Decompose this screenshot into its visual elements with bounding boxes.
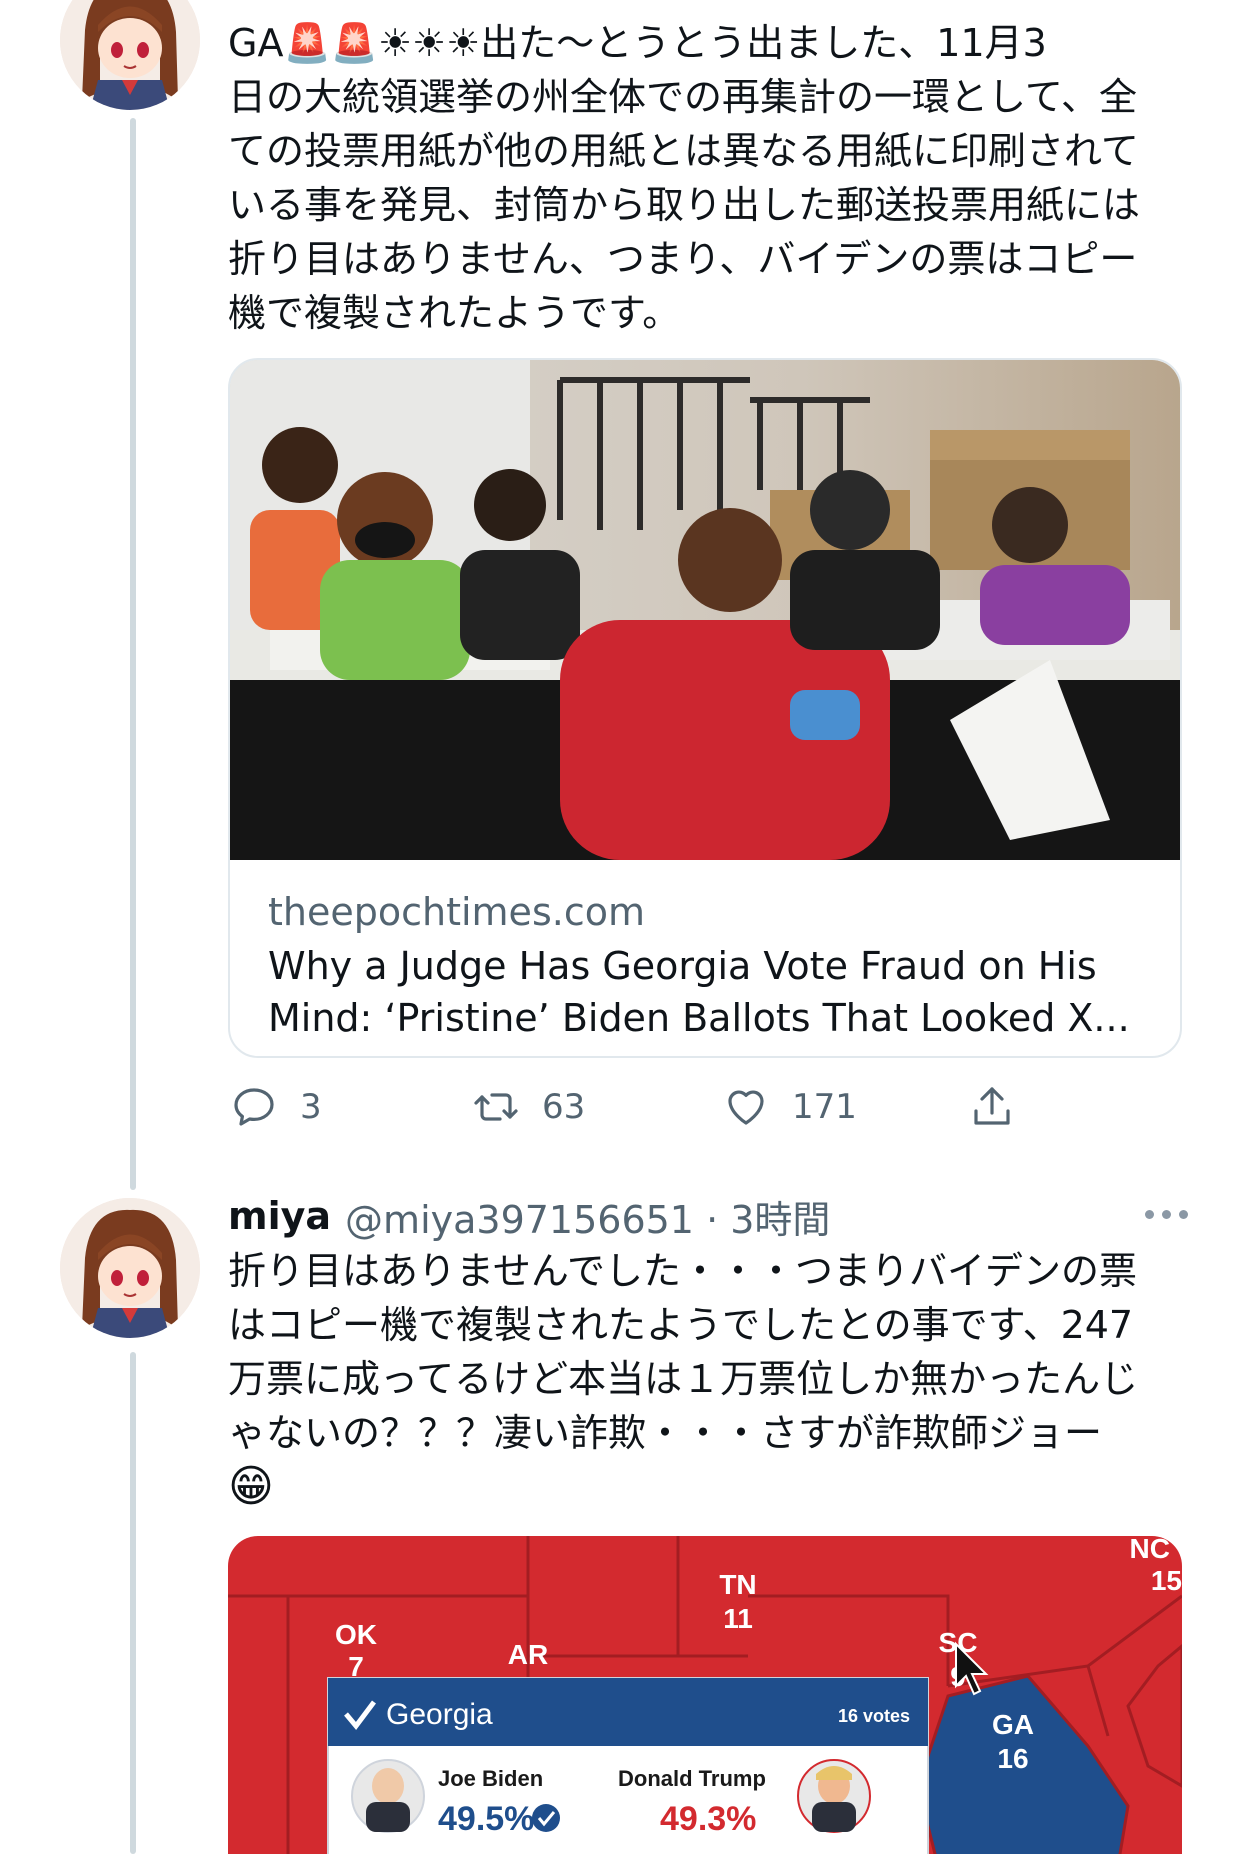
tweet-line: はコピー機で複製されたようでしたとの事です、247 bbox=[228, 1303, 1134, 1347]
tweet-line: 折り目はありません、つまり、バイデンの票はコピー bbox=[228, 237, 1138, 281]
retweet-icon bbox=[474, 1093, 518, 1121]
tweet-text: GA🚨🚨☀☀☀出た〜とうとう出ました、11月3 日の大統領選挙の州全体での再集計… bbox=[228, 16, 1188, 340]
election-map-image[interactable]: TN 11 OK 7 AR SC 9 NC 15 GA 16 Georgia 1… bbox=[228, 1536, 1182, 1854]
tweet-header: miya @miya397156651 · 3時間 bbox=[228, 1188, 1188, 1244]
popup-electoral-votes: 16 votes bbox=[838, 1706, 910, 1726]
like-count: 171 bbox=[792, 1087, 857, 1127]
thread-line-bottom bbox=[130, 1352, 136, 1854]
candidate2-percent: 49.3% bbox=[660, 1800, 756, 1838]
display-name[interactable]: miya bbox=[228, 1194, 331, 1238]
card-title-line: Why a Judge Has Georgia Vote Fraud on Hi… bbox=[268, 944, 1097, 988]
retweet-button[interactable]: 63 bbox=[472, 1080, 585, 1134]
candidate2-name: Donald Trump bbox=[618, 1766, 766, 1791]
heart-icon bbox=[728, 1090, 764, 1125]
share-icon bbox=[974, 1087, 1010, 1125]
tweet-actions: 3 63 171 bbox=[228, 1080, 1088, 1134]
tweet-line: 😁 bbox=[228, 1461, 274, 1512]
us-election-map: TN 11 OK 7 AR SC 9 NC 15 GA 16 Georgia 1… bbox=[228, 1536, 1182, 1854]
thread-line-top bbox=[130, 118, 136, 1190]
candidate1-name: Joe Biden bbox=[438, 1766, 543, 1791]
winner-check-icon bbox=[532, 1804, 560, 1832]
tweet-line: 機で複製されたようです。 bbox=[228, 291, 681, 335]
reply-icon bbox=[234, 1088, 274, 1126]
tweet-line: ゃないの？？？凄い詐欺・・・さすが詐欺師ジョー bbox=[228, 1411, 1103, 1455]
georgia-result-popup: Georgia 16 votes Joe Biden 49.5% Donald … bbox=[327, 1677, 929, 1854]
candidate1-percent: 49.5% bbox=[438, 1800, 534, 1838]
state-label-nc: NC bbox=[1130, 1536, 1170, 1564]
card-domain: theepochtimes.com bbox=[268, 890, 645, 934]
card-title-line: Mind: ‘Pristine’ Biden Ballots That Look… bbox=[268, 996, 1130, 1040]
avatar[interactable] bbox=[60, 0, 200, 110]
retweet-count: 63 bbox=[542, 1087, 586, 1127]
article-photo bbox=[230, 360, 1180, 860]
handle-and-time[interactable]: @miya397156651 · 3時間 bbox=[345, 1189, 830, 1244]
more-options-icon[interactable] bbox=[1145, 1210, 1188, 1219]
tweet-text: 折り目はありませんでした・・・つまりバイデンの票 はコピー機で複製されたようでし… bbox=[228, 1244, 1188, 1514]
avatar-anime-girl-icon bbox=[60, 1198, 200, 1338]
avatar-anime-girl-icon bbox=[60, 0, 200, 110]
state-vote-ga: 16 bbox=[997, 1743, 1028, 1774]
like-button[interactable]: 171 bbox=[722, 1080, 857, 1134]
avatar[interactable] bbox=[60, 1198, 200, 1338]
state-vote-tn: 11 bbox=[723, 1603, 753, 1634]
tweet-line: 折り目はありませんでした・・・つまりバイデンの票 bbox=[228, 1249, 1137, 1293]
tweet-line: 万票に成ってるけど本当は１万票位しか無かったんじ bbox=[228, 1357, 1139, 1401]
reply-button[interactable]: 3 bbox=[230, 1080, 322, 1134]
tweet-line: GA🚨🚨☀☀☀出た〜とうとう出ました、11月3 bbox=[228, 21, 1047, 65]
state-label-ok: OK bbox=[335, 1619, 377, 1650]
link-preview-card[interactable]: theepochtimes.com Why a Judge Has Georgi… bbox=[228, 358, 1182, 1058]
state-label-ga: GA bbox=[992, 1709, 1034, 1740]
tweet-line: いる事を発見、封筒から取り出した郵送投票用紙には bbox=[228, 183, 1141, 227]
reply-count: 3 bbox=[300, 1087, 322, 1127]
tweet-line: 日の大統領選挙の州全体での再集計の一環として、全 bbox=[228, 75, 1137, 119]
share-button[interactable] bbox=[968, 1080, 1016, 1134]
state-vote-nc: 15 bbox=[1151, 1565, 1182, 1596]
state-label-tn: TN bbox=[719, 1569, 756, 1600]
state-label-ar: AR bbox=[508, 1639, 548, 1670]
card-title: Why a Judge Has Georgia Vote Fraud on Hi… bbox=[268, 940, 1168, 1044]
tweet-line: ての投票用紙が他の用紙とは異なる用紙に印刷されて bbox=[228, 129, 1139, 173]
popup-state-name: Georgia bbox=[386, 1698, 493, 1731]
